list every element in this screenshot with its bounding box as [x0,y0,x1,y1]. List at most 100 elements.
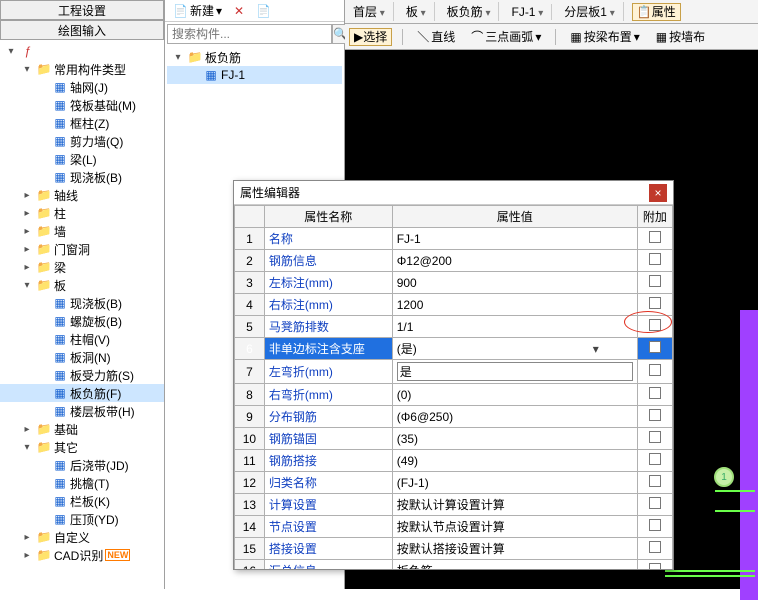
instance-item[interactable]: ▦FJ-1 [167,66,342,84]
checkbox[interactable] [649,453,661,465]
arc-tool[interactable]: ⌒ 三点画弧 ▾ [467,27,545,46]
tree-twisty[interactable] [36,80,50,94]
tree-twisty[interactable] [36,134,50,148]
line-tool[interactable]: ＼ 直线 [413,27,459,46]
checkbox[interactable] [649,297,661,309]
tree-item[interactable]: ▦板受力筋(S) [0,366,164,384]
property-row[interactable]: 2钢筋信息Φ12@200 [235,250,673,272]
category-select[interactable]: 板 [402,2,435,21]
property-row[interactable]: 9分布钢筋(Φ6@250) [235,406,673,428]
tree-twisty[interactable] [36,458,50,472]
tree-twisty[interactable]: ▾ [20,62,34,76]
property-addl-cell[interactable] [637,406,672,428]
property-value-cell[interactable]: 按默认搭接设置计算 [392,538,637,560]
checkbox[interactable] [649,253,661,265]
property-row[interactable]: 13计算设置按默认计算设置计算 [235,494,673,516]
by-beam-tool[interactable]: ▦ 按梁布置 ▾ [566,27,643,46]
property-value-cell[interactable]: FJ-1 [392,228,637,250]
by-wall-tool[interactable]: ▦ 按墙布 [652,27,709,46]
checkbox[interactable] [649,364,661,376]
property-row[interactable]: 5马凳筋排数1/1 [235,316,673,338]
property-addl-cell[interactable] [637,428,672,450]
tree-item[interactable]: ▦板洞(N) [0,348,164,366]
tree-item[interactable]: ▾板 [0,276,164,294]
tree-twisty[interactable] [36,332,50,346]
instance-item[interactable]: ▾板负筋 [167,48,342,66]
property-row[interactable]: 4右标注(mm)1200 [235,294,673,316]
instance-select[interactable]: FJ-1 [507,4,552,20]
tree-item[interactable]: ▸CAD识别NEW [0,546,164,564]
tree-twisty[interactable] [36,512,50,526]
tree-twisty[interactable]: ▸ [20,242,34,256]
dropdown-arrow-icon[interactable]: ▾ [587,338,605,359]
property-value-cell[interactable]: 是 [392,360,637,384]
tree-item[interactable]: ▦压顶(YD) [0,510,164,528]
checkbox[interactable] [649,387,661,399]
property-addl-cell[interactable] [637,228,672,250]
property-row[interactable]: 11钢筋搭接(49) [235,450,673,472]
tree-twisty[interactable]: ▾ [20,278,34,292]
tree-twisty[interactable] [36,116,50,130]
property-addl-cell[interactable] [637,560,672,570]
tree-twisty[interactable]: ▾ [4,44,18,58]
tree-item[interactable]: ▾其它 [0,438,164,456]
property-row[interactable]: 3左标注(mm)900 [235,272,673,294]
property-addl-cell[interactable] [637,250,672,272]
property-row[interactable]: 12归类名称(FJ-1) [235,472,673,494]
attributes-button[interactable]: 📋 属性 [632,3,681,21]
tree-twisty[interactable] [36,314,50,328]
tree-item[interactable]: ▦梁(L) [0,150,164,168]
property-addl-cell[interactable] [637,494,672,516]
new-button[interactable]: 📄 新建 ▾ [169,1,226,20]
panel-header-draw[interactable]: 绘图输入 [0,20,164,40]
property-value-cell[interactable]: (49) [392,450,637,472]
tree-twisty[interactable]: ▸ [20,422,34,436]
tree-twisty[interactable] [36,296,50,310]
property-row[interactable]: 15搭接设置按默认搭接设置计算 [235,538,673,560]
tree-item[interactable]: ▸梁 [0,258,164,276]
tree-twisty[interactable] [36,152,50,166]
layer-select[interactable]: 分层板1 [560,2,624,21]
tree-item[interactable]: ▦后浇带(JD) [0,456,164,474]
tree-item[interactable]: ▦螺旋板(B) [0,312,164,330]
tree-twisty[interactable]: ▸ [20,530,34,544]
property-addl-cell[interactable] [637,384,672,406]
checkbox[interactable] [649,319,661,331]
tree-item[interactable]: ▸轴线 [0,186,164,204]
tree-item[interactable]: ▦轴网(J) [0,78,164,96]
tree-twisty[interactable] [36,404,50,418]
tree-item[interactable]: ▦柱帽(V) [0,330,164,348]
property-value-cell[interactable]: 900 [392,272,637,294]
property-addl-cell[interactable] [637,450,672,472]
property-addl-cell[interactable] [637,516,672,538]
property-grid[interactable]: 属性名称 属性值 附加 1名称FJ-12钢筋信息Φ12@2003左标注(mm)9… [234,205,673,569]
property-row[interactable]: 14节点设置按默认节点设置计算 [235,516,673,538]
checkbox[interactable] [649,409,661,421]
tree-twisty[interactable] [36,170,50,184]
tree-item[interactable]: ▸柱 [0,204,164,222]
tree-twisty[interactable] [36,98,50,112]
checkbox[interactable] [649,497,661,509]
tree-twisty[interactable]: ▸ [20,206,34,220]
tree-twisty[interactable]: ▸ [20,224,34,238]
tree-item[interactable]: ▦筏板基础(M) [0,96,164,114]
tree-twisty[interactable] [36,494,50,508]
property-value-cell[interactable]: Φ12@200 [392,250,637,272]
tree-item[interactable]: ▦栏板(K) [0,492,164,510]
tree-item[interactable]: ▦板负筋(F) [0,384,164,402]
tree-twisty[interactable] [36,368,50,382]
property-addl-cell[interactable] [637,538,672,560]
copy-button[interactable]: 📄 [252,3,275,19]
property-value-cell[interactable]: 按默认节点设置计算 [392,516,637,538]
type-select[interactable]: 板负筋 [443,2,500,21]
tree-item[interactable]: ▦现浇板(B) [0,294,164,312]
property-value-cell[interactable]: 按默认计算设置计算 [392,494,637,516]
select-tool[interactable]: ▶ 选择 [349,28,392,46]
checkbox[interactable] [649,563,661,569]
property-value-cell[interactable]: (0) [392,384,637,406]
tree-twisty[interactable]: ▾ [20,440,34,454]
tree-item[interactable]: ▦挑檐(T) [0,474,164,492]
property-value-cell[interactable]: (是)▾ [392,338,637,360]
checkbox[interactable] [649,341,661,353]
property-row[interactable]: 16汇总信息板负筋 [235,560,673,570]
